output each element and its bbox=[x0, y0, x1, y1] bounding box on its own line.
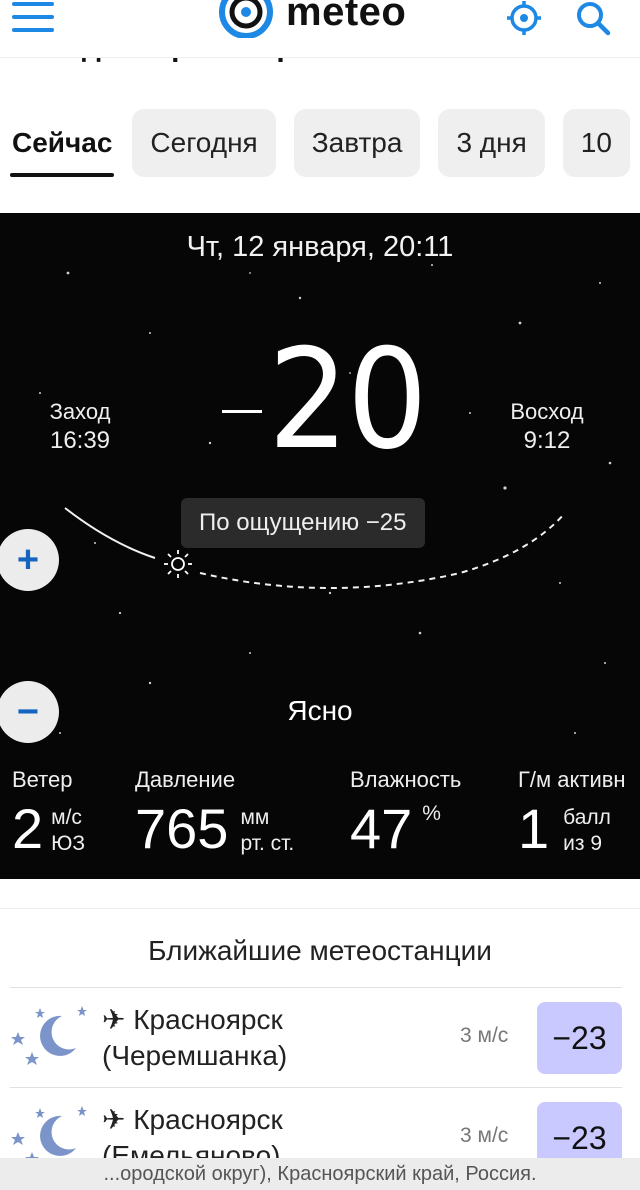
geomagnetic-stat: Г/м активн 1 балл из 9 bbox=[518, 767, 626, 857]
logo[interactable]: meteo bbox=[216, 0, 406, 38]
wind-direction: ЮЗ bbox=[51, 832, 86, 855]
station-temperature-badge: −23 bbox=[537, 1002, 622, 1074]
weather-condition: Ясно bbox=[287, 695, 353, 726]
zoom-out-button[interactable]: − bbox=[0, 681, 59, 743]
wind-label: Ветер bbox=[12, 767, 73, 792]
pressure-label: Давление bbox=[135, 767, 236, 792]
humidity-label: Влажность bbox=[350, 767, 462, 792]
station-name-line2: (Черемшанка) bbox=[102, 1040, 288, 1071]
tab-today[interactable]: Сегодня bbox=[132, 109, 276, 177]
zoom-in-button[interactable]: + bbox=[0, 529, 59, 591]
geomagnetic-value: 1 bbox=[518, 797, 550, 860]
pressure-unit: мм bbox=[240, 806, 270, 829]
station-row[interactable]: ✈ Красноярск (Черемшанка) 3 м/с −23 bbox=[10, 987, 622, 1087]
temperature-minus-sign bbox=[222, 410, 262, 413]
tab-now[interactable]: Сейчас bbox=[10, 109, 115, 177]
menu-icon[interactable] bbox=[12, 2, 56, 32]
station-wind: 3 м/с bbox=[460, 1024, 509, 1047]
forecast-tabs: Сейчас Сегодня Завтра 3 дня 10 bbox=[0, 108, 640, 178]
geomagnetic-unit: балл bbox=[563, 806, 611, 829]
station-name-line1: ✈ Красноярск bbox=[102, 1104, 283, 1135]
sunset-time: 16:39 bbox=[49, 427, 111, 454]
nearby-stations: Ближайшие метеостанции ✈ Красноярск (Чер… bbox=[0, 908, 640, 1190]
wind-unit: м/с bbox=[51, 806, 82, 829]
current-datetime: Чт, 12 января, 20:11 bbox=[186, 231, 454, 263]
pressure-value: 765 bbox=[135, 797, 229, 860]
current-temperature: 20 bbox=[268, 319, 428, 480]
tab-tomorrow[interactable]: Завтра bbox=[293, 109, 421, 177]
humidity-value: 47 bbox=[350, 797, 413, 860]
current-weather-panel: Чт, 12 января, 20:11 Заход 16:39 Восход … bbox=[0, 213, 640, 879]
app-header: meteo bbox=[0, 0, 640, 58]
location-icon[interactable] bbox=[504, 0, 544, 38]
sunrise-label: Восход bbox=[510, 399, 584, 424]
stations-title: Ближайшие метеостанции bbox=[148, 935, 492, 966]
tab-10-days[interactable]: 10 bbox=[562, 109, 630, 177]
feels-like-badge: По ощущению −25 bbox=[181, 498, 425, 548]
wind-stat: Ветер 2 м/с ЮЗ bbox=[12, 767, 85, 857]
wind-value: 2 bbox=[12, 797, 44, 860]
sunrise-time: 9:12 bbox=[523, 427, 571, 454]
humidity-stat: Влажность 47 % bbox=[350, 767, 461, 857]
station-name-line1: ✈ Красноярск bbox=[102, 1004, 283, 1035]
station-name: ✈ Красноярск (Черемшанка) bbox=[102, 1002, 287, 1074]
humidity-unit: % bbox=[422, 802, 441, 825]
clear-night-icon bbox=[11, 1006, 87, 1065]
sun-icon bbox=[164, 550, 192, 578]
geomagnetic-label: Г/м активн bbox=[518, 767, 626, 792]
logo-mark-icon bbox=[219, 0, 273, 38]
search-icon[interactable] bbox=[574, 0, 614, 38]
logo-text: meteo bbox=[286, 0, 407, 34]
sunset-label: Заход bbox=[49, 399, 111, 424]
pressure-stat: Давление 765 мм рт. ст. bbox=[135, 767, 294, 857]
station-wind: 3 м/с bbox=[460, 1124, 509, 1147]
pressure-unit-detail: рт. ст. bbox=[240, 832, 295, 855]
location-footer: ...ородской округ), Красноярский край, Р… bbox=[0, 1158, 640, 1190]
tab-3-days[interactable]: 3 дня bbox=[438, 109, 545, 177]
geomagnetic-scale: из 9 bbox=[563, 832, 603, 855]
